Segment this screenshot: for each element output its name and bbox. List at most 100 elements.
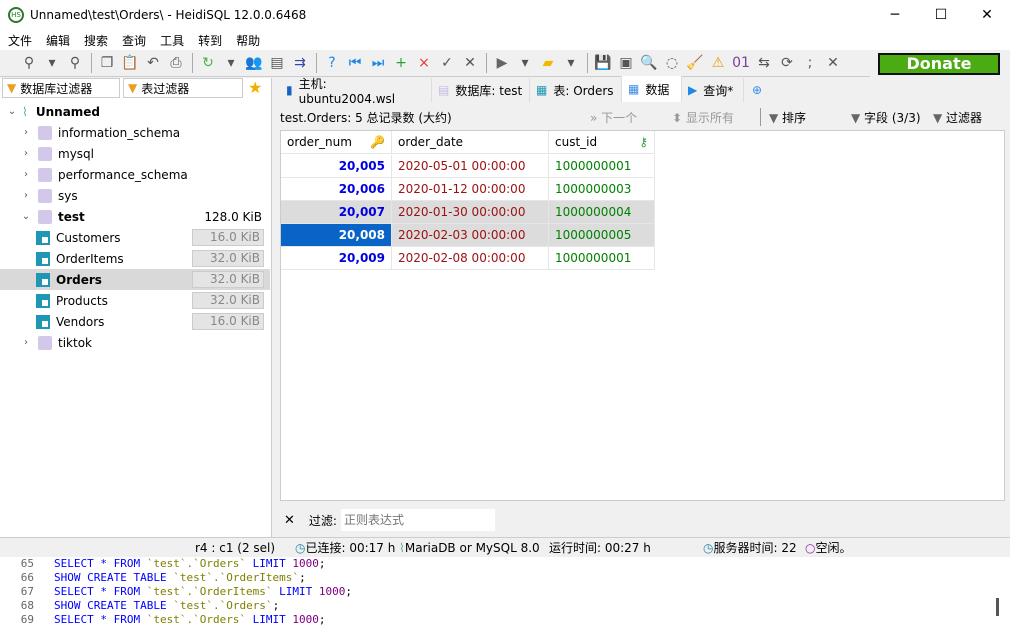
disconnect-icon[interactable]: ⚲ (64, 52, 86, 74)
column-header-cust_id[interactable]: cust_id ⚷ (549, 131, 655, 154)
table-cell[interactable]: 2020-01-30 00:00:00 (392, 201, 549, 224)
table-cell[interactable]: 20,005 (281, 155, 392, 178)
tree-item-test[interactable]: ⌄ test 128.0 KiB (0, 206, 270, 227)
tab-table[interactable]: ▦ 表: Orders (530, 78, 622, 102)
table-cell[interactable]: 20,008 (281, 224, 392, 247)
connect-icon[interactable]: ⚲ (18, 52, 40, 74)
run-icon[interactable]: ▶ (491, 52, 513, 74)
undo-icon[interactable]: ↶ (142, 52, 164, 74)
tab-data[interactable]: ▦ 数据 (622, 76, 682, 102)
column-header-order_date[interactable]: order_date (392, 131, 549, 154)
clean-icon[interactable]: 🧹 (684, 52, 706, 74)
menu-goto[interactable]: 转到 (198, 32, 222, 49)
binary-icon[interactable]: 01 (730, 52, 752, 74)
dropdown-icon[interactable]: ▾ (560, 52, 582, 74)
tree-item-tiktok[interactable]: › tiktok (0, 332, 270, 353)
refresh-icon[interactable]: ↻ (197, 52, 219, 74)
chevron-right-icon[interactable]: › (20, 337, 32, 348)
add-icon[interactable]: + (390, 52, 412, 74)
sort-button[interactable]: ▼ 排序 (769, 109, 851, 126)
tree-item-unnamed[interactable]: ⌄ ⌇ Unnamed (0, 101, 270, 122)
menu-search[interactable]: 搜索 (84, 32, 108, 49)
table-filter-input[interactable]: ▼ 表过滤器 (123, 78, 243, 98)
tab-query[interactable]: ▶ 查询* (682, 78, 744, 102)
tree-item-mysql[interactable]: › mysql (0, 143, 270, 164)
chevron-right-icon[interactable]: › (20, 148, 32, 159)
open-folder-icon[interactable]: ▰ (537, 52, 559, 74)
log-scrollbar[interactable] (996, 598, 999, 616)
tree-item-sys[interactable]: › sys (0, 185, 270, 206)
table-cell[interactable]: 20,009 (281, 247, 392, 270)
find-icon[interactable]: 🔍 (638, 52, 660, 74)
apply-icon[interactable]: ✓ (436, 52, 458, 74)
table-cell[interactable]: 2020-02-08 00:00:00 (392, 247, 549, 270)
chevron-down-icon[interactable]: ⌄ (20, 211, 32, 222)
tree-item-vendors[interactable]: Vendors 16.0 KiB (0, 311, 270, 332)
favorites-star-icon[interactable]: ★ (248, 78, 262, 97)
tree-item-information_schema[interactable]: › information_schema (0, 122, 270, 143)
tab-host[interactable]: ▮ 主机: ubuntu2004.wsl (280, 77, 432, 106)
donate-button[interactable]: Donate (878, 53, 1000, 75)
tree-item-orders[interactable]: Orders 32.0 KiB (0, 269, 270, 290)
close-button[interactable]: ✕ (964, 0, 1010, 30)
tree-item-products[interactable]: Products 32.0 KiB (0, 290, 270, 311)
maximize-button[interactable]: ☐ (918, 0, 964, 30)
table-cell[interactable]: 20,006 (281, 178, 392, 201)
table-cell[interactable]: 1000000004 (549, 201, 655, 224)
replace-icon[interactable]: ◌ (661, 52, 683, 74)
transfer-icon[interactable]: ⇉ (289, 52, 311, 74)
chevron-down-icon[interactable]: ⌄ (6, 106, 18, 117)
columns-button[interactable]: ▼ 字段 (3/3) (851, 109, 933, 126)
table-cell[interactable]: 1000000005 (549, 224, 655, 247)
tree-item-customers[interactable]: Customers 16.0 KiB (0, 227, 270, 248)
tree-item-orderitems[interactable]: OrderItems 32.0 KiB (0, 248, 270, 269)
help-icon[interactable]: ? (321, 52, 343, 74)
delete-icon[interactable]: × (413, 52, 435, 74)
chevron-right-icon[interactable]: › (20, 169, 32, 180)
menu-edit[interactable]: 编辑 (46, 32, 70, 49)
save-icon[interactable]: 💾 (592, 52, 614, 74)
first-icon[interactable]: ⏮ (344, 52, 366, 74)
filter-regex-input[interactable] (340, 509, 495, 531)
paste-icon[interactable]: 📋 (119, 52, 141, 74)
dropdown-icon[interactable]: ▾ (514, 52, 536, 74)
show-all-button[interactable]: ⬍ 显示所有 (672, 109, 760, 126)
menu-query[interactable]: 查询 (122, 32, 146, 49)
dropdown-icon[interactable]: ▾ (41, 52, 63, 74)
chevron-right-icon[interactable]: › (20, 127, 32, 138)
table-cell[interactable]: 20,007 (281, 201, 392, 224)
database-filter-input[interactable]: ▼ 数据库过滤器 (2, 78, 120, 98)
menu-file[interactable]: 文件 (8, 32, 32, 49)
menu-tools[interactable]: 工具 (160, 32, 184, 49)
data-grid[interactable]: order_num 🔑 order_date cust_id ⚷ 20,005 2020-0… (280, 130, 1005, 501)
last-icon[interactable]: ⏭ (367, 52, 389, 74)
tree-item-performance_schema[interactable]: › performance_schema (0, 164, 270, 185)
filter-button[interactable]: ▼ 过滤器 (933, 109, 982, 126)
export-csv-icon[interactable]: ▤ (266, 52, 288, 74)
warning-icon[interactable]: ⚠ (707, 52, 729, 74)
table-cell[interactable]: 2020-02-03 00:00:00 (392, 224, 549, 247)
wrap-icon[interactable]: ⇆ (753, 52, 775, 74)
table-cell[interactable]: 1000000001 (549, 247, 655, 270)
menu-help[interactable]: 帮助 (236, 32, 260, 49)
print-icon[interactable]: ⎙ (165, 52, 187, 74)
tab-database[interactable]: ▤ 数据库: test (432, 78, 530, 102)
column-header-order_num[interactable]: order_num 🔑 (281, 131, 392, 154)
cancel-icon[interactable]: ✕ (459, 52, 481, 74)
dropdown-icon[interactable]: ▾ (220, 52, 242, 74)
minimize-button[interactable]: ─ (872, 0, 918, 30)
copy-icon[interactable]: ❐ (96, 52, 118, 74)
table-cell[interactable]: 1000000003 (549, 178, 655, 201)
chevron-right-icon[interactable]: › (20, 190, 32, 201)
close-filter-icon[interactable]: ✕ (284, 513, 295, 528)
table-cell[interactable]: 1000000001 (549, 155, 655, 178)
save-disabled-icon[interactable]: ▣ (615, 52, 637, 74)
table-cell[interactable]: 2020-05-01 00:00:00 (392, 155, 549, 178)
next-button[interactable]: » 下一个 (590, 109, 672, 126)
new-query-tab-icon[interactable]: ⊕ (746, 78, 770, 102)
close-query-icon[interactable]: ✕ (822, 52, 844, 74)
user-manager-icon[interactable]: 👥 (243, 52, 265, 74)
sql-log[interactable]: 65 SELECT * FROM `test`.`Orders` LIMIT 10… (0, 557, 1010, 636)
table-cell[interactable]: 2020-01-12 00:00:00 (392, 178, 549, 201)
sync-icon[interactable]: ⟳ (776, 52, 798, 74)
